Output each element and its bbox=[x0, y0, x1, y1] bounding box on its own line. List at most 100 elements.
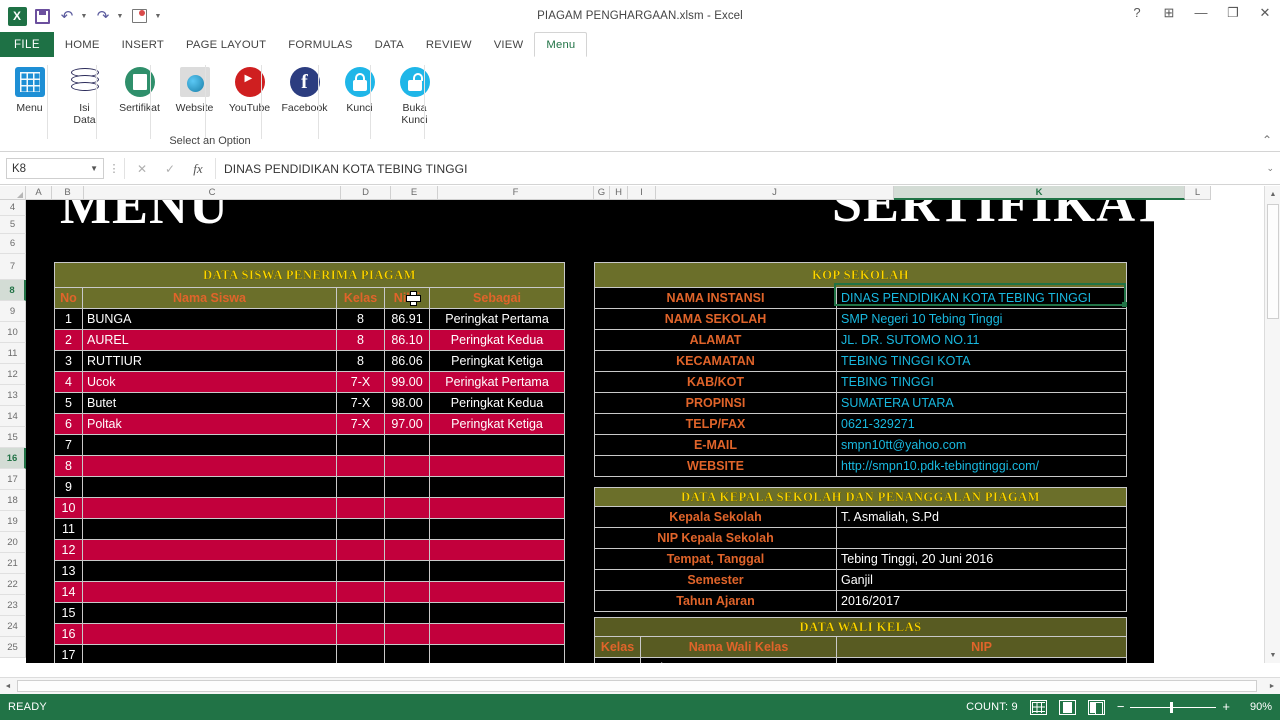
tab-formulas[interactable]: FORMULAS bbox=[277, 32, 363, 57]
tab-insert[interactable]: INSERT bbox=[111, 32, 175, 57]
ribbon-display-options-icon[interactable]: ⊞ bbox=[1160, 4, 1178, 22]
restore-icon[interactable]: ❐ bbox=[1224, 4, 1242, 22]
table-row[interactable]: 4 Ucok 7-X 99.00 Peringkat Pertama bbox=[54, 371, 566, 393]
table-row[interactable]: E-MAIL smpn10tt@yahoo.com bbox=[594, 434, 1127, 456]
zoom-level[interactable]: 90% bbox=[1242, 701, 1272, 713]
row-header-7[interactable]: 7 bbox=[0, 254, 26, 280]
row-header-23[interactable]: 23 bbox=[0, 595, 26, 616]
vertical-scroll-thumb[interactable] bbox=[1267, 204, 1279, 319]
table-row[interactable]: 8 Saloom R.D, ST 19860810 201101 1 007 bbox=[594, 657, 1128, 663]
row-header-11[interactable]: 11 bbox=[0, 343, 26, 364]
row-header-19[interactable]: 19 bbox=[0, 511, 26, 532]
scroll-down-icon[interactable]: ▼ bbox=[1265, 647, 1280, 663]
table-row[interactable]: 6 Poltak 7-X 97.00 Peringkat Ketiga bbox=[54, 413, 566, 435]
zoom-in-button[interactable]: + bbox=[1222, 700, 1230, 713]
row-header-20[interactable]: 20 bbox=[0, 532, 26, 553]
table-row[interactable]: TELP/FAX 0621-329271 bbox=[594, 413, 1127, 435]
column-header-h[interactable]: H bbox=[610, 186, 628, 200]
column-header-k[interactable]: K bbox=[894, 186, 1185, 200]
tab-page-layout[interactable]: PAGE LAYOUT bbox=[175, 32, 277, 57]
table-row[interactable]: NIP Kepala Sekolah bbox=[594, 527, 1127, 549]
table-row[interactable]: 2 AUREL 8 86.10 Peringkat Kedua bbox=[54, 329, 566, 351]
column-header-i[interactable]: I bbox=[628, 186, 656, 200]
row-header-22[interactable]: 22 bbox=[0, 574, 26, 595]
scroll-up-icon[interactable]: ▲ bbox=[1265, 186, 1280, 202]
table-row[interactable]: KECAMATAN TEBING TINGGI KOTA bbox=[594, 350, 1127, 372]
tab-data[interactable]: DATA bbox=[364, 32, 415, 57]
column-header-c[interactable]: C bbox=[84, 186, 341, 200]
row-header-9[interactable]: 9 bbox=[0, 301, 26, 322]
cancel-formula-icon[interactable]: ✕ bbox=[135, 162, 149, 176]
close-icon[interactable]: ✕ bbox=[1256, 4, 1274, 22]
table-row[interactable]: 9 bbox=[54, 476, 566, 498]
row-header-6[interactable]: 6 bbox=[0, 234, 26, 254]
column-header-f[interactable]: F bbox=[438, 186, 594, 200]
formula-bar-options-icon[interactable]: ⋮ bbox=[104, 162, 124, 175]
table-row[interactable]: NAMA SEKOLAH SMP Negeri 10 Tebing Tinggi bbox=[594, 308, 1127, 330]
table-row[interactable]: NAMA INSTANSI DINAS PENDIDIKAN KOTA TEBI… bbox=[594, 287, 1127, 309]
column-header-l[interactable]: L bbox=[1185, 186, 1211, 200]
table-row[interactable]: PROPINSI SUMATERA UTARA bbox=[594, 392, 1127, 414]
zoom-slider-knob[interactable] bbox=[1170, 701, 1174, 713]
sheet-canvas[interactable]: MENU SERTIFIKAT SALOOM DATA SISWA PENERI… bbox=[26, 200, 1154, 663]
name-box[interactable]: K8 ▼ bbox=[6, 158, 104, 179]
tab-review[interactable]: REVIEW bbox=[415, 32, 483, 57]
table-row[interactable]: Tempat, Tanggal Tebing Tinggi, 20 Juni 2… bbox=[594, 548, 1127, 570]
enter-formula-icon[interactable]: ✓ bbox=[163, 162, 177, 176]
tab-home[interactable]: HOME bbox=[54, 32, 111, 57]
table-row[interactable]: Tahun Ajaran 2016/2017 bbox=[594, 590, 1127, 612]
horizontal-scrollbar[interactable]: ◄ ► bbox=[0, 677, 1280, 694]
tab-menu[interactable]: Menu bbox=[534, 32, 588, 57]
row-header-5[interactable]: 5 bbox=[0, 216, 26, 234]
scroll-right-icon[interactable]: ► bbox=[1264, 678, 1280, 694]
table-row[interactable]: 12 bbox=[54, 539, 566, 561]
insert-function-icon[interactable]: fx bbox=[191, 161, 205, 177]
table-row[interactable]: 5 Butet 7-X 98.00 Peringkat Kedua bbox=[54, 392, 566, 414]
table-row[interactable]: 17 bbox=[54, 644, 566, 663]
table-row[interactable]: 7 bbox=[54, 434, 566, 456]
table-row[interactable]: KAB/KOT TEBING TINGGI bbox=[594, 371, 1127, 393]
row-header-15[interactable]: 15 bbox=[0, 427, 26, 448]
table-row[interactable]: 8 bbox=[54, 455, 566, 477]
column-header-b[interactable]: B bbox=[52, 186, 84, 200]
row-header-24[interactable]: 24 bbox=[0, 616, 26, 637]
table-row[interactable]: 16 bbox=[54, 623, 566, 645]
row-header-10[interactable]: 10 bbox=[0, 322, 26, 343]
row-header-14[interactable]: 14 bbox=[0, 406, 26, 427]
column-header-j[interactable]: J bbox=[656, 186, 894, 200]
table-row[interactable]: Semester Ganjil bbox=[594, 569, 1127, 591]
column-header-a[interactable]: A bbox=[26, 186, 52, 200]
row-header-13[interactable]: 13 bbox=[0, 385, 26, 406]
tab-view[interactable]: VIEW bbox=[483, 32, 535, 57]
table-row[interactable]: ALAMAT JL. DR. SUTOMO NO.11 bbox=[594, 329, 1127, 351]
row-header-17[interactable]: 17 bbox=[0, 469, 26, 490]
page-layout-view-icon[interactable] bbox=[1058, 699, 1076, 715]
row-header-8[interactable]: 8 bbox=[0, 280, 26, 301]
table-row[interactable]: 13 bbox=[54, 560, 566, 582]
table-row[interactable]: 11 bbox=[54, 518, 566, 540]
row-header-25[interactable]: 25 bbox=[0, 637, 26, 658]
table-row[interactable]: 10 bbox=[54, 497, 566, 519]
vertical-scrollbar[interactable]: ▲ ▼ bbox=[1264, 186, 1280, 663]
table-row[interactable]: Kepala Sekolah T. Asmaliah, S.Pd bbox=[594, 506, 1127, 528]
chevron-down-icon[interactable]: ⌄ bbox=[1266, 163, 1274, 174]
help-icon[interactable]: ? bbox=[1128, 4, 1146, 22]
column-header-e[interactable]: E bbox=[391, 186, 438, 200]
minimize-icon[interactable]: — bbox=[1192, 4, 1210, 22]
column-header-d[interactable]: D bbox=[341, 186, 391, 200]
zoom-slider[interactable] bbox=[1130, 701, 1217, 713]
horizontal-scroll-thumb[interactable] bbox=[17, 680, 1257, 692]
table-row[interactable]: 1 BUNGA 8 86.91 Peringkat Pertama bbox=[54, 308, 566, 330]
table-row[interactable]: 3 RUTTIUR 8 86.06 Peringkat Ketiga bbox=[54, 350, 566, 372]
table-row[interactable]: 14 bbox=[54, 581, 566, 603]
row-header-16[interactable]: 16 bbox=[0, 448, 26, 469]
row-header-4[interactable]: 4 bbox=[0, 200, 26, 216]
normal-view-icon[interactable] bbox=[1029, 699, 1047, 715]
zoom-control[interactable]: − + bbox=[1117, 700, 1230, 713]
table-row[interactable]: WEBSITE http://smpn10.pdk-tebingtinggi.c… bbox=[594, 455, 1127, 477]
page-break-view-icon[interactable] bbox=[1087, 699, 1105, 715]
select-all-corner[interactable] bbox=[0, 186, 26, 200]
row-header-21[interactable]: 21 bbox=[0, 553, 26, 574]
row-header-18[interactable]: 18 bbox=[0, 490, 26, 511]
table-row[interactable]: 15 bbox=[54, 602, 566, 624]
